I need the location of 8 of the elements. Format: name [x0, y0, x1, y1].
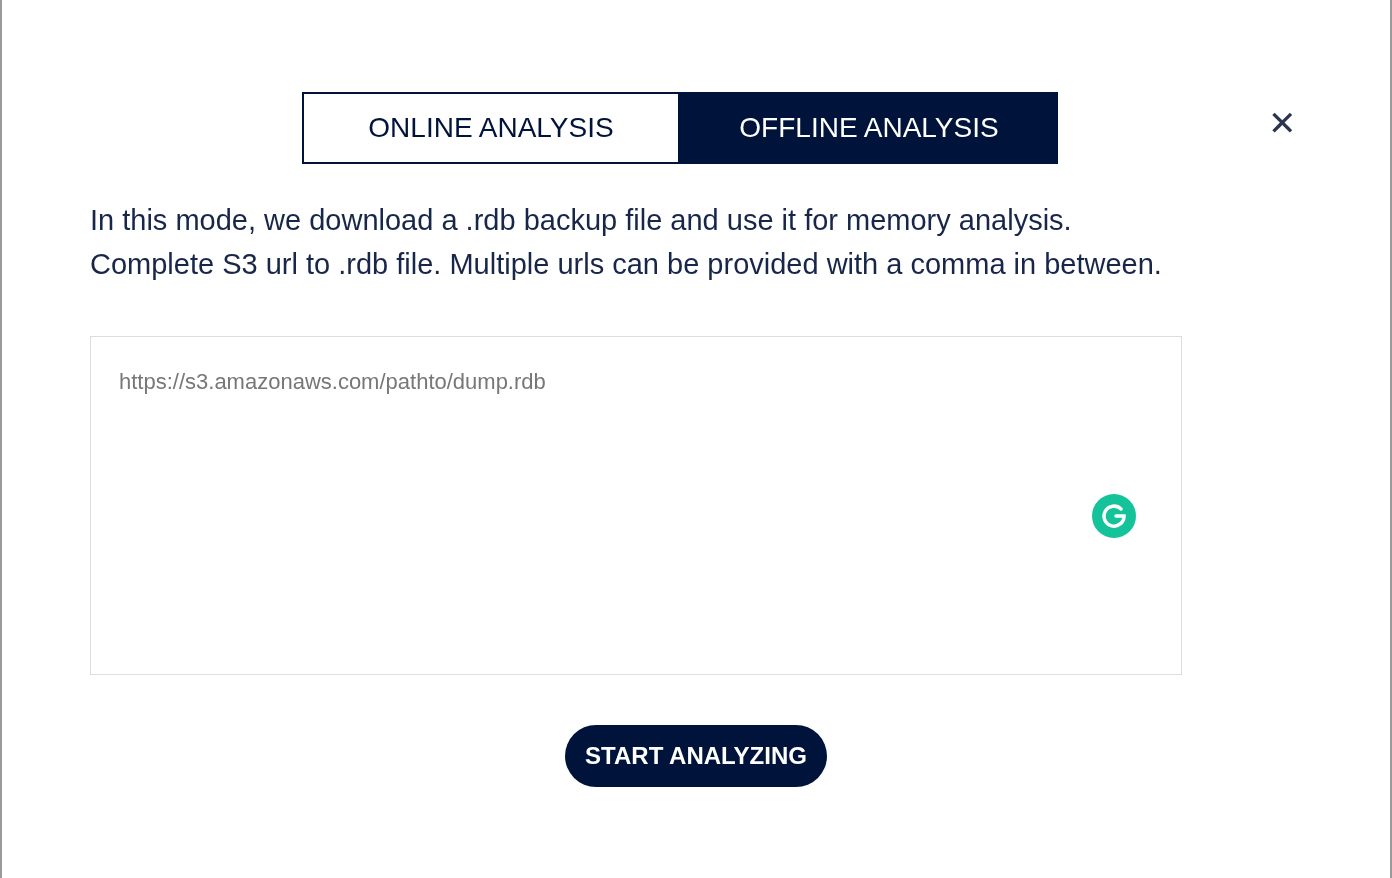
url-field[interactable]: https://s3.amazonaws.com/pathto/dump.rdb — [90, 336, 1182, 675]
description-text: Complete S3 url to .rdb file. Multiple urls can be provided with a comma in between. — [90, 247, 1163, 282]
grammar-check-icon[interactable] — [1092, 494, 1136, 538]
tab[interactable]: ONLINE ANALYSIS — [302, 92, 680, 164]
start-analyzing-button[interactable]: START ANALYZING — [565, 725, 827, 787]
tab[interactable]: OFFLINE ANALYSIS — [680, 92, 1058, 164]
close-button[interactable]: ✕ — [1268, 106, 1296, 140]
description-text: In this mode, we download a .rdb backup file and use it for memory analysis. — [90, 203, 1073, 238]
